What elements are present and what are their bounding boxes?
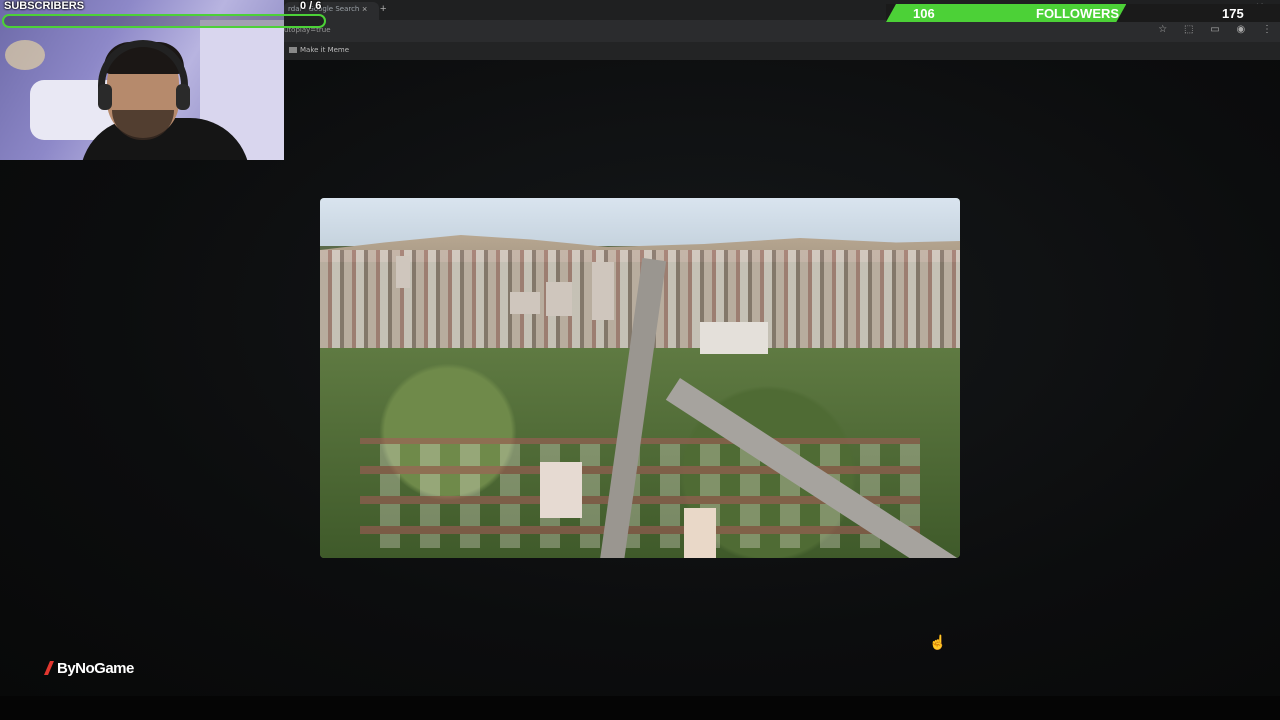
bookmark-item[interactable]: Make it Meme (289, 46, 349, 54)
followers-current: 106 (913, 6, 935, 21)
aerial-city-photo (320, 198, 960, 558)
browser-toolbar: utoplay=true ☆ ⬚ ▭ ◉ ⋮ (284, 20, 1280, 42)
bookmark-label: Make it Meme (300, 46, 350, 54)
bookmark-favicon-icon (289, 47, 297, 53)
bynogame-logo: ByNoGame (44, 660, 134, 677)
bottom-bar (0, 696, 1280, 720)
photo-tower (510, 292, 540, 314)
toolbar-icons: ☆ ⬚ ▭ ◉ ⋮ (1144, 24, 1272, 35)
photo-tower (540, 462, 582, 518)
logo-text: ByNoGame (57, 660, 134, 677)
star-icon[interactable]: ☆ (1158, 24, 1167, 35)
bookmarks-bar: Make it Meme (284, 42, 1280, 60)
tab-title: rdal - Google Search (288, 5, 360, 13)
room-lamp (5, 40, 45, 70)
tab-close-icon[interactable]: × (362, 4, 367, 14)
followers-target: 175 (1222, 6, 1244, 21)
photo-tower (700, 322, 768, 354)
extensions-icon[interactable]: ⬚ (1184, 24, 1193, 35)
cast-icon[interactable]: ▭ (1210, 24, 1219, 35)
new-tab-icon[interactable]: + (380, 3, 386, 15)
menu-icon[interactable]: ⋮ (1262, 24, 1272, 35)
followers-label: FOLLOWERS (1036, 6, 1120, 21)
bynogame-logo-icon (44, 661, 54, 675)
subscribers-goal-bar (2, 14, 326, 28)
photo-tower (684, 508, 716, 558)
headphone-ear-right (176, 84, 190, 110)
photo-tower (546, 282, 572, 316)
subscribers-count: 0 / 6 (300, 0, 322, 12)
headphone-ear-left (98, 84, 112, 110)
photo-tower (396, 256, 410, 288)
hand-cursor-icon: ☝ (929, 634, 947, 650)
photo-tower (592, 262, 614, 320)
subscribers-label: SUBSCRIBERS (4, 0, 85, 12)
profile-icon[interactable]: ◉ (1236, 24, 1245, 35)
photo-sky (320, 198, 960, 246)
